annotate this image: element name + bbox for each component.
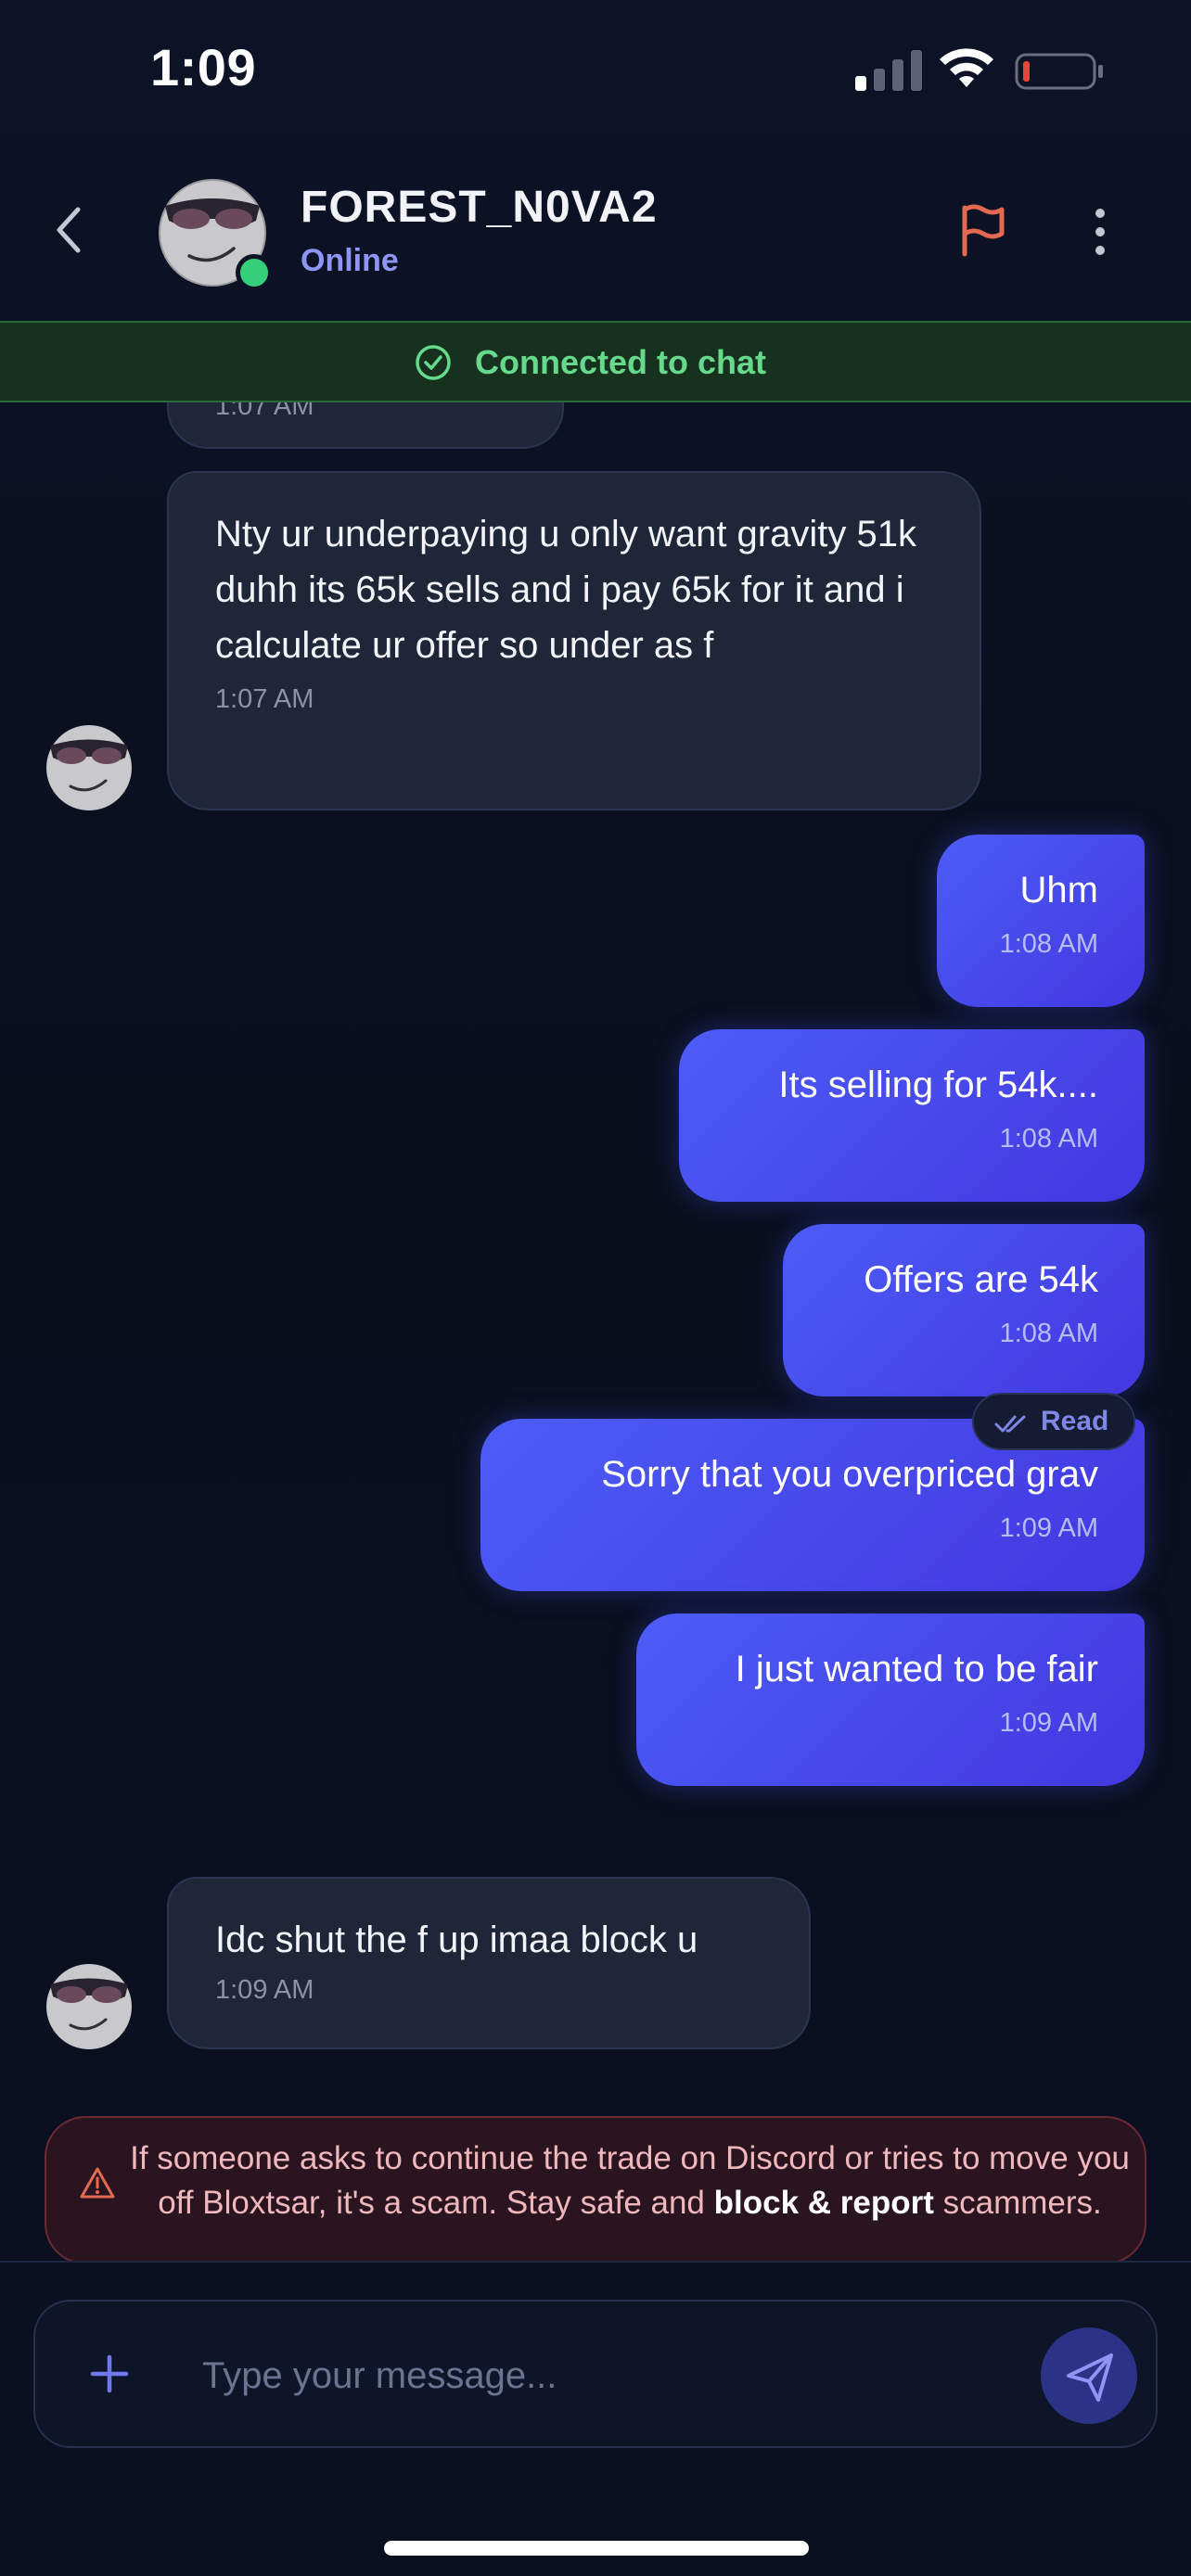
online-indicator: [236, 254, 273, 291]
message-bubble-incoming[interactable]: 1:07 AM: [167, 402, 564, 449]
message-bubble-incoming[interactable]: Nty ur underpaying u only want gravity 5…: [167, 471, 981, 810]
double-check-icon: [994, 1415, 1026, 1433]
message-text: Idc shut the f up imaa block u: [215, 1919, 698, 1960]
report-flag-icon[interactable]: [955, 200, 1011, 260]
message-text: Nty ur underpaying u only want gravity 5…: [215, 514, 916, 666]
add-attachment-plus-icon[interactable]: [83, 2348, 135, 2400]
warning-text-emphasis: block & report: [713, 2185, 934, 2221]
read-label: Read: [1041, 1406, 1109, 1436]
message-time: 1:09 AM: [999, 1513, 1098, 1543]
connection-status-text: Connected to chat: [475, 343, 767, 381]
send-paper-plane-icon: [1067, 2353, 1113, 2402]
message-bubble-outgoing[interactable]: I just wanted to be fair 1:09 AM: [636, 1613, 1145, 1786]
status-time: 1:09: [150, 38, 257, 96]
chat-screen: 1:09 FOREST_N0VA2 Online Connected to ch…: [0, 0, 1191, 2576]
warning-triangle-icon: [80, 2167, 115, 2199]
message-time: 1:07 AM: [215, 402, 314, 421]
contact-avatar-small[interactable]: [45, 723, 134, 812]
message-text: Sorry that you overpriced grav: [601, 1454, 1098, 1495]
read-receipt: Read: [972, 1393, 1135, 1450]
scam-warning-text: If someone asks to continue the trade on…: [124, 2136, 1135, 2225]
message-time: 1:07 AM: [215, 684, 314, 714]
message-bubble-incoming[interactable]: Idc shut the f up imaa block u 1:09 AM: [167, 1877, 811, 2049]
message-bubble-outgoing[interactable]: Offers are 54k 1:08 AM: [783, 1224, 1145, 1396]
back-chevron-icon[interactable]: [45, 200, 93, 260]
message-time: 1:09 AM: [215, 1975, 314, 2005]
scam-warning-banner: If someone asks to continue the trade on…: [45, 2116, 1146, 2264]
composer-area: [0, 2261, 1191, 2576]
message-composer: [33, 2300, 1158, 2448]
send-button[interactable]: [1041, 2327, 1137, 2424]
message-time: 1:08 AM: [999, 1319, 1098, 1348]
more-options-icon[interactable]: [1082, 204, 1119, 260]
message-text: Its selling for 54k....: [778, 1065, 1098, 1105]
contact-name[interactable]: FOREST_N0VA2: [301, 182, 658, 233]
warning-text-end: scammers.: [933, 2185, 1102, 2221]
message-time: 1:08 AM: [999, 929, 1098, 959]
contact-avatar-small[interactable]: [45, 1962, 134, 2051]
message-bubble-outgoing[interactable]: Its selling for 54k.... 1:08 AM: [679, 1029, 1145, 1202]
message-input[interactable]: [202, 2339, 1037, 2413]
message-text: I just wanted to be fair: [735, 1649, 1098, 1690]
message-bubble-outgoing[interactable]: Uhm 1:08 AM: [937, 835, 1145, 1007]
contact-status: Online: [301, 243, 399, 278]
battery-low-icon: [1015, 53, 1103, 90]
message-list[interactable]: 1:07 AM Nty ur underpaying u only want g…: [0, 402, 1191, 2250]
message-text: Uhm: [1019, 870, 1098, 911]
cellular-signal-icon: [855, 48, 922, 91]
message-time: 1:08 AM: [999, 1124, 1098, 1154]
chat-header: FOREST_N0VA2 Online: [0, 139, 1191, 321]
home-indicator[interactable]: [384, 2541, 809, 2556]
wifi-icon: [940, 48, 993, 87]
connection-banner: Connected to chat: [0, 321, 1191, 402]
message-time: 1:09 AM: [999, 1708, 1098, 1738]
status-bar: 1:09: [0, 0, 1191, 139]
message-text: Offers are 54k: [864, 1259, 1098, 1300]
check-circle-icon: [416, 345, 451, 380]
